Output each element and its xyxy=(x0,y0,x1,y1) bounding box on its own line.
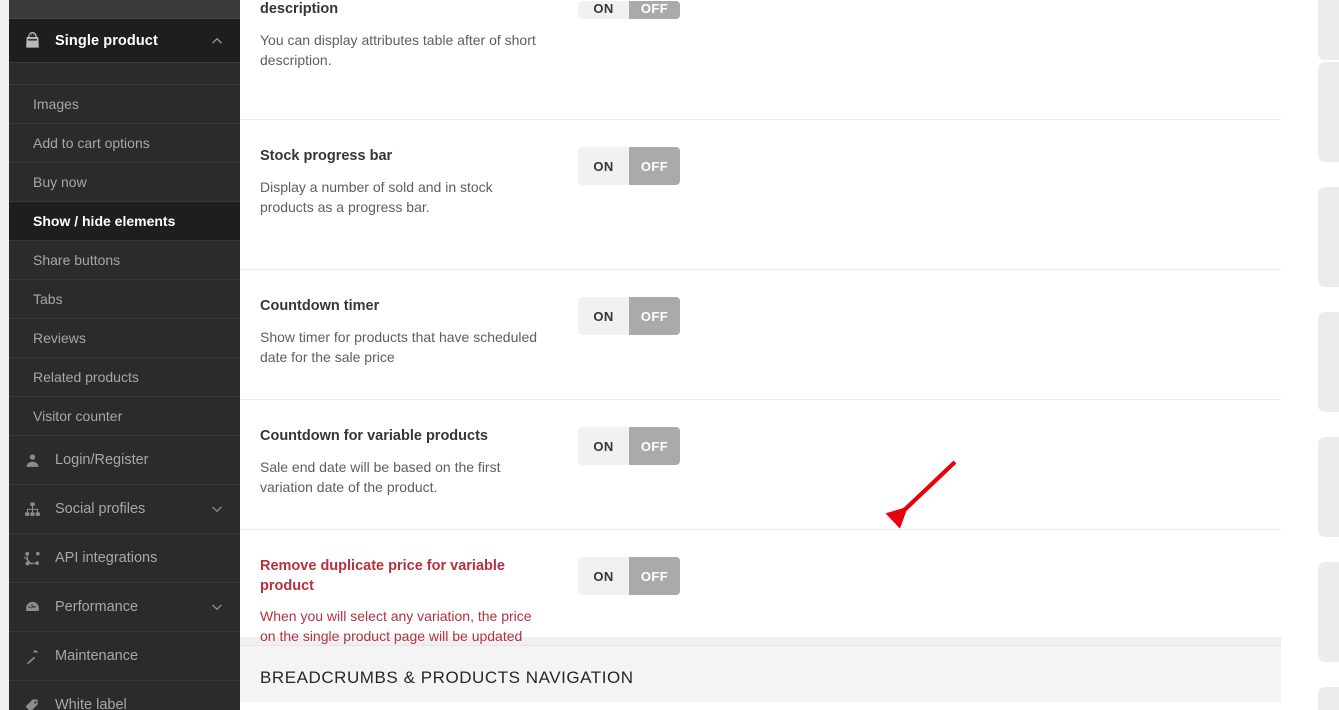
setting-description: Show timer for products that have schedu… xyxy=(260,328,538,365)
toggle-off-segment[interactable]: OFF xyxy=(629,557,680,595)
toggle-stock-progress-bar[interactable]: ON OFF xyxy=(578,147,680,185)
sidebar-item-show-hide-elements[interactable]: Show / hide elements xyxy=(9,202,240,241)
toggle-countdown-variable-products[interactable]: ON OFF xyxy=(578,427,680,465)
rail-placeholder-block xyxy=(1318,0,1339,60)
sidebar-section-single-product[interactable]: Single product xyxy=(9,19,240,63)
setting-row: Countdown for variable products Sale end… xyxy=(240,400,1281,530)
chevron-up-icon[interactable] xyxy=(210,34,224,48)
toggle-off-segment[interactable]: OFF xyxy=(629,147,680,185)
rail-placeholder-block xyxy=(1318,687,1339,710)
setting-label-group: Countdown for variable products Sale end… xyxy=(260,427,558,529)
toggle-off-segment[interactable]: OFF xyxy=(629,1,680,19)
sidebar-item-add-to-cart-options[interactable]: Add to cart options xyxy=(9,124,240,163)
setting-title: Stock progress bar xyxy=(260,148,393,164)
sidebar-item-api-integrations[interactable]: API integrations xyxy=(9,534,240,583)
toggle-on-segment[interactable]: ON xyxy=(578,147,629,185)
sidebar-subitem-list: Images Add to cart options Buy now Show … xyxy=(9,85,240,436)
sidebar-item-visitor-counter[interactable]: Visitor counter xyxy=(9,397,240,436)
project-diagram-icon xyxy=(24,550,52,567)
setting-row: Countdown timer Show timer for products … xyxy=(240,270,1281,400)
toggle-on-segment[interactable]: ON xyxy=(578,1,629,19)
rail-placeholder-block xyxy=(1318,312,1339,412)
setting-control: ON OFF xyxy=(558,147,1261,269)
sidebar-item-maintenance[interactable]: Maintenance xyxy=(9,632,240,681)
setting-description: You can display attributes table after o… xyxy=(260,31,536,68)
user-icon xyxy=(24,452,52,469)
sidebar-subitem-clipped[interactable] xyxy=(9,63,240,85)
setting-title: Countdown timer xyxy=(260,298,380,314)
toggle-remove-duplicate-price[interactable]: ON OFF xyxy=(578,557,680,595)
toggle-on-segment[interactable]: ON xyxy=(578,557,629,595)
sidebar-item-reviews[interactable]: Reviews xyxy=(9,319,240,358)
settings-card: description You can display attributes t… xyxy=(240,0,1281,665)
rail-placeholder-block xyxy=(1318,437,1339,537)
toggle-off-segment[interactable]: OFF xyxy=(629,427,680,465)
rail-placeholder-block xyxy=(1318,62,1339,162)
setting-label-group: Stock progress bar Display a number of s… xyxy=(260,147,558,269)
setting-row: Stock progress bar Display a number of s… xyxy=(240,120,1281,270)
sidebar-item-related-products[interactable]: Related products xyxy=(9,358,240,397)
chevron-down-icon[interactable] xyxy=(210,600,224,614)
sidebar-item-label: API integrations xyxy=(55,550,158,566)
setting-description: Sale end date will be based on the first… xyxy=(260,458,501,495)
sidebar-item-login-register[interactable]: Login/Register xyxy=(9,436,240,485)
setting-control: ON OFF xyxy=(558,427,1261,529)
rail-placeholder-block xyxy=(1318,562,1339,662)
setting-title: Remove duplicate price for variable prod… xyxy=(260,558,505,594)
sitemap-icon xyxy=(24,501,52,518)
setting-description: Display a number of sold and in stock pr… xyxy=(260,178,493,215)
sidebar: Single product Images Add to cart option… xyxy=(9,0,240,710)
sidebar-main-list: Login/Register Social profiles API integ… xyxy=(9,436,240,710)
tag-icon xyxy=(24,697,52,710)
sidebar-item-label: Maintenance xyxy=(55,648,139,664)
setting-control: ON OFF xyxy=(558,297,1261,399)
hammer-icon xyxy=(24,648,52,665)
main-content: description You can display attributes t… xyxy=(240,0,1281,710)
toggle-on-segment[interactable]: ON xyxy=(578,427,629,465)
toggle-countdown-timer[interactable]: ON OFF xyxy=(578,297,680,335)
sidebar-section-label: Single product xyxy=(55,32,158,49)
section-header-breadcrumbs: BREADCRUMBS & PRODUCTS NAVIGATION xyxy=(240,645,1281,710)
sidebar-item-label: Performance xyxy=(55,599,139,615)
shopping-bag-icon xyxy=(24,32,46,49)
setting-title: description xyxy=(260,1,339,17)
sidebar-item-label: Login/Register xyxy=(55,452,149,468)
sidebar-item-buy-now[interactable]: Buy now xyxy=(9,163,240,202)
sidebar-item-label: White label xyxy=(55,697,127,710)
sidebar-topbar xyxy=(9,0,240,19)
toggle-attributes-after-description[interactable]: ON OFF xyxy=(578,1,680,19)
sidebar-item-label: Social profiles xyxy=(55,501,146,517)
setting-label-group: Countdown timer Show timer for products … xyxy=(260,297,558,399)
chevron-down-icon[interactable] xyxy=(210,502,224,516)
sidebar-item-share-buttons[interactable]: Share buttons xyxy=(9,241,240,280)
rail-placeholder-block xyxy=(1318,187,1339,287)
section-header-title: BREADCRUMBS & PRODUCTS NAVIGATION xyxy=(260,668,634,687)
sidebar-item-performance[interactable]: Performance xyxy=(9,583,240,632)
setting-label-group: description You can display attributes t… xyxy=(260,0,558,70)
gauge-icon xyxy=(24,599,52,616)
sidebar-item-social-profiles[interactable]: Social profiles xyxy=(9,485,240,534)
sidebar-item-images[interactable]: Images xyxy=(9,85,240,124)
setting-control: ON OFF xyxy=(558,0,1261,19)
setting-row: description You can display attributes t… xyxy=(240,0,1281,120)
sidebar-item-white-label[interactable]: White label xyxy=(9,681,240,710)
right-rail xyxy=(1281,0,1339,710)
sidebar-item-tabs[interactable]: Tabs xyxy=(9,280,240,319)
app-root: Single product Images Add to cart option… xyxy=(0,0,1339,710)
toggle-off-segment[interactable]: OFF xyxy=(629,297,680,335)
toggle-on-segment[interactable]: ON xyxy=(578,297,629,335)
setting-title: Countdown for variable products xyxy=(260,428,488,444)
